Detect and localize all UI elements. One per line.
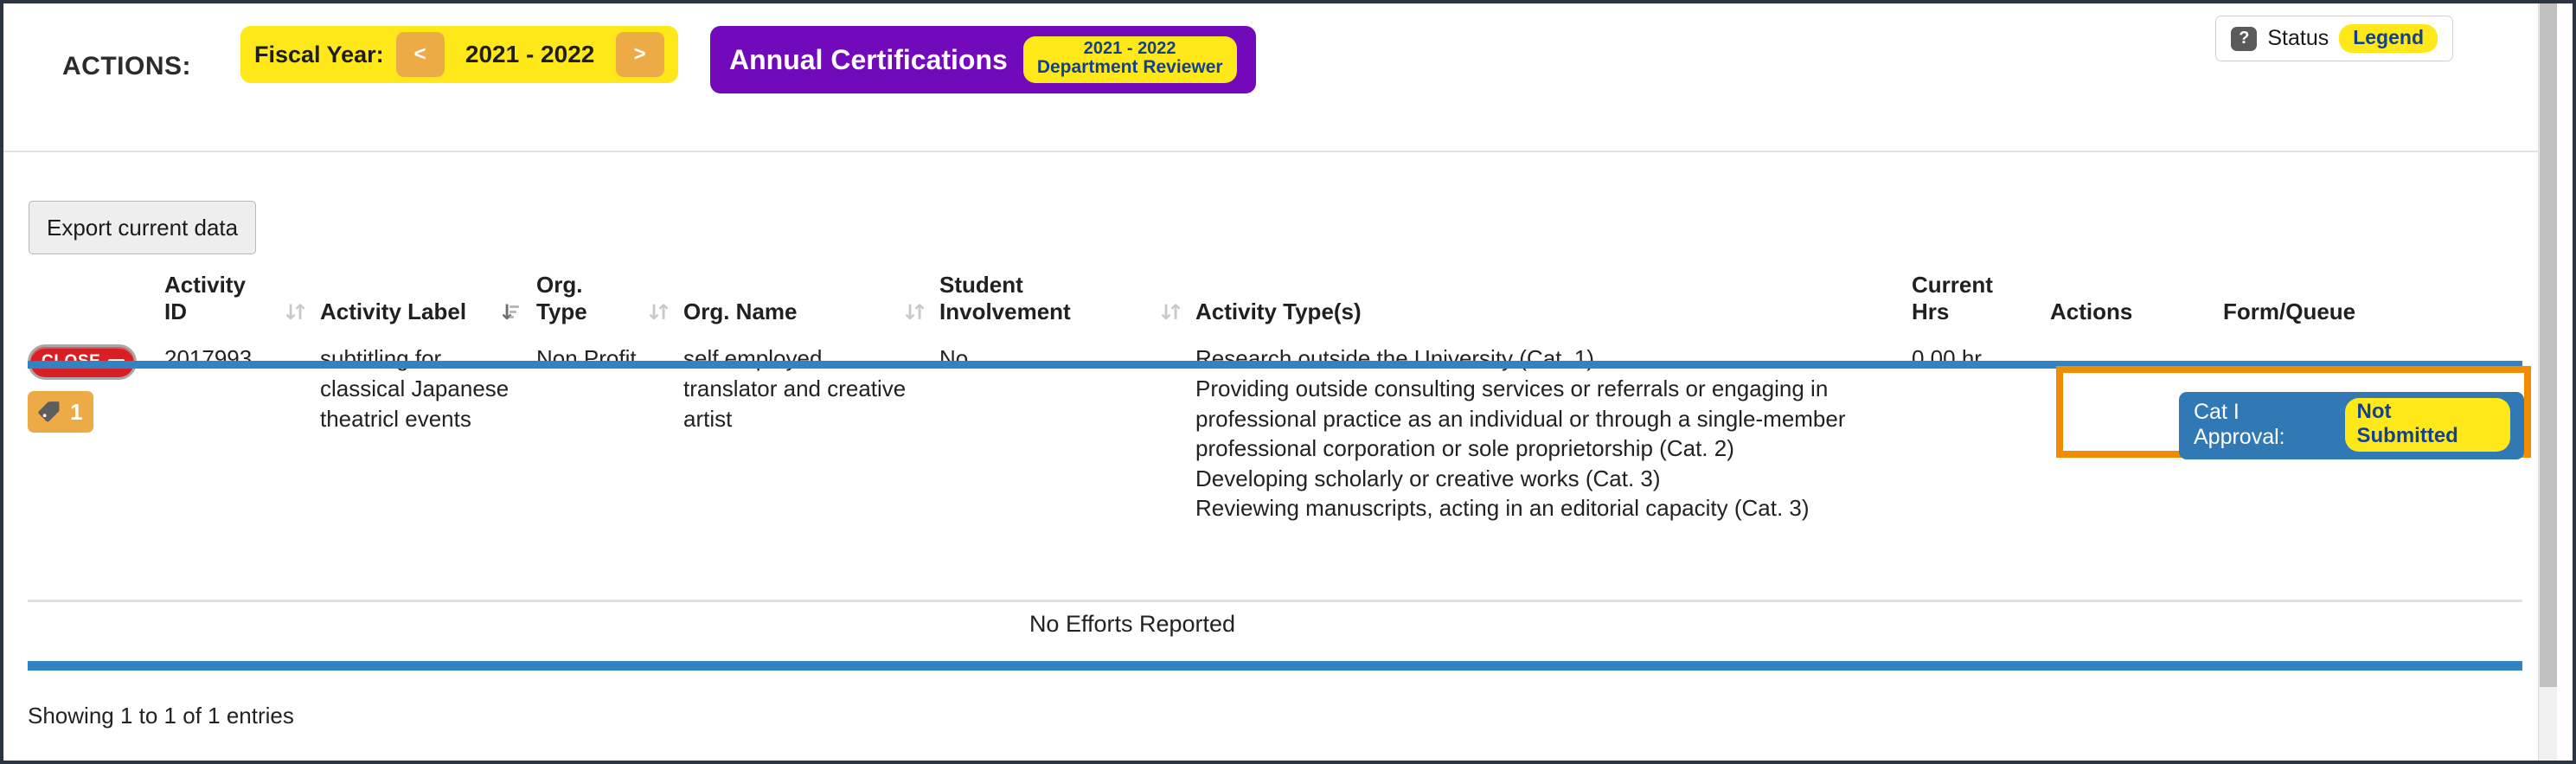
column-header-current-hrs: Current Hrs [1912, 272, 2050, 335]
column-header-student-involvement[interactable]: Student Involvement ↓ ↑ [939, 272, 1195, 335]
sort-both-icon[interactable]: ↓ ↑ [1157, 299, 1184, 324]
column-header-row-actions [28, 272, 164, 335]
column-header-activity-id-line1: Activity [164, 272, 246, 298]
legend-badge: Legend [2339, 24, 2438, 53]
table-footer-divider [28, 661, 2522, 671]
browser-window-frame: ACTIONS: Fiscal Year: < 2021 - 2022 > An… [0, 0, 2576, 764]
fiscal-year-label: Fiscal Year: [254, 41, 384, 67]
actions-label: ACTIONS: [62, 52, 191, 80]
cat-i-approval-label: Cat I Approval: [2194, 400, 2285, 449]
table-body-divider [28, 600, 2522, 602]
column-header-org-type-line1: Org. [536, 272, 583, 298]
export-current-data-button[interactable]: Export current data [29, 201, 257, 254]
column-header-activity-types-text: Activity Type(s) [1195, 298, 1362, 324]
status-label: Status [2267, 26, 2329, 50]
activity-type-item: Research outside the University (Cat. 1) [1195, 345, 1594, 372]
column-header-org-name[interactable]: Org. Name ↓ ↑ [683, 272, 939, 335]
fiscal-year-selector: Fiscal Year: < 2021 - 2022 > [240, 26, 678, 83]
column-header-activity-label-text: Activity Label [320, 298, 467, 324]
column-header-activity-types: Activity Type(s) [1195, 272, 1912, 335]
tag-icon [38, 401, 60, 422]
page-viewport: ACTIONS: Fiscal Year: < 2021 - 2022 > An… [3, 3, 2557, 761]
column-header-activity-id-line2: ID [164, 298, 187, 324]
sort-descending-icon[interactable]: ↓ [498, 299, 519, 324]
annual-certifications-title: Annual Certifications [729, 43, 1008, 75]
vertical-scrollbar-thumb[interactable] [2540, 3, 2557, 687]
sort-both-icon[interactable]: ↓ ↑ [901, 299, 928, 324]
column-header-form-queue: Form/Queue [2223, 272, 2522, 335]
sort-both-icon[interactable]: ↓ ↑ [282, 299, 309, 324]
column-header-current-hrs-line1: Current [1912, 272, 1993, 298]
column-header-current-hrs-line2: Hrs [1912, 298, 1950, 324]
column-header-student-involvement-line1: Student [939, 272, 1023, 298]
column-header-org-type[interactable]: Org. Type ↓ ↑ [536, 272, 683, 335]
activity-type-item: Developing scholarly or creative works (… [1195, 465, 1661, 491]
actions-toolbar: ACTIONS: Fiscal Year: < 2021 - 2022 > An… [3, 3, 2538, 152]
activity-type-item: Providing outside consulting services or… [1195, 375, 1846, 462]
no-efforts-reported-text: No Efforts Reported [1028, 611, 1236, 637]
fiscal-year-next-button[interactable]: > [615, 32, 664, 77]
vertical-scrollbar[interactable] [2538, 3, 2557, 761]
fiscal-year-value: 2021 - 2022 [465, 41, 595, 67]
fiscal-year-prev-button[interactable]: < [395, 32, 445, 77]
reviewer-role-badge: 2021 - 2022 Department Reviewer [1022, 36, 1237, 83]
column-header-org-name-text: Org. Name [683, 298, 798, 324]
reviewer-role-label: Department Reviewer [1036, 57, 1223, 78]
status-legend-button[interactable]: ? Status Legend [2215, 16, 2453, 61]
annual-certifications-banner[interactable]: Annual Certifications 2021 - 2022 Depart… [710, 26, 1256, 93]
column-header-activity-id[interactable]: Activity ID ↓ ↑ [164, 272, 320, 335]
no-efforts-reported-row: No Efforts Reported [28, 611, 2522, 638]
reviewer-role-year: 2021 - 2022 [1083, 39, 1176, 59]
column-header-form-queue-text: Form/Queue [2223, 298, 2356, 324]
cat-i-approval-status-badge: Not Submitted [2344, 398, 2510, 452]
table-entries-summary: Showing 1 to 1 of 1 entries [28, 703, 294, 729]
sort-both-icon[interactable]: ↓ ↑ [645, 299, 672, 324]
table-header-row: Activity ID ↓ ↑ Activity Label ↓ Org. Ty… [28, 272, 2522, 335]
question-mark-icon: ? [2231, 26, 2258, 51]
column-header-actions: Actions [2050, 272, 2223, 335]
column-header-actions-text: Actions [2050, 298, 2133, 324]
activity-type-item: Reviewing manuscripts, acting in an edit… [1195, 495, 1810, 522]
cat-i-approval-button[interactable]: Cat I Approval: Not Submitted [2179, 392, 2524, 459]
column-header-student-involvement-line2: Involvement [939, 298, 1071, 324]
column-header-org-type-line2: Type [536, 298, 587, 324]
tag-count: 1 [70, 398, 83, 425]
column-header-activity-label[interactable]: Activity Label ↓ [320, 272, 536, 335]
approval-highlight-box: Cat I Approval: Not Submitted [2056, 366, 2531, 459]
tag-count-badge[interactable]: 1 [28, 390, 94, 433]
